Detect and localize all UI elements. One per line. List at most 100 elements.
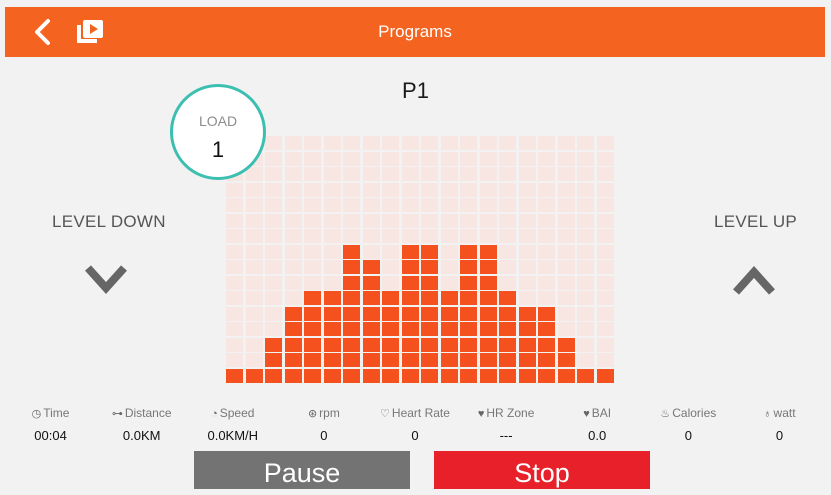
profile-cell	[265, 198, 282, 212]
profile-cell	[226, 229, 243, 243]
profile-cell-active	[596, 368, 614, 383]
profile-cell	[245, 244, 263, 259]
profile-cell-active	[226, 368, 243, 383]
profile-cell-active	[401, 275, 419, 290]
profile-cell	[596, 167, 614, 181]
pause-button[interactable]: Pause	[194, 451, 410, 489]
profile-cell	[304, 229, 321, 243]
profile-cell-active	[460, 337, 477, 352]
program-profile-grid	[226, 136, 616, 384]
profile-cell	[421, 136, 438, 150]
profile-cell	[304, 244, 321, 259]
profile-cell-active	[343, 275, 360, 290]
profile-cell-active	[304, 337, 321, 352]
profile-cell	[460, 167, 477, 181]
profile-cell-active	[479, 291, 497, 305]
profile-cell	[343, 213, 360, 228]
profile-cell	[518, 198, 536, 212]
profile-cell	[323, 229, 341, 243]
profile-cell	[304, 136, 321, 150]
stat-rpm: ⊛ rpm	[278, 404, 369, 422]
profile-cell	[440, 151, 458, 166]
profile-cell-active	[440, 291, 458, 305]
profile-cell	[265, 275, 282, 290]
profile-cell	[577, 229, 594, 243]
profile-cell	[577, 244, 594, 259]
profile-cell	[245, 213, 263, 228]
stop-button[interactable]: Stop	[434, 451, 650, 489]
profile-cell	[557, 275, 575, 290]
profile-cell	[323, 151, 341, 166]
profile-cell	[577, 353, 594, 367]
profile-cell	[557, 136, 575, 150]
profile-cell-active	[557, 353, 575, 367]
profile-cell-active	[479, 322, 497, 336]
profile-cell	[596, 322, 614, 336]
stat-hr-zone: ♥ HR Zone	[461, 404, 552, 422]
stat-watt: ♁ watt	[734, 404, 825, 422]
chevron-up-icon[interactable]	[730, 264, 778, 298]
profile-cell	[382, 167, 399, 181]
profile-cell	[596, 306, 614, 321]
profile-cell	[440, 136, 458, 150]
profile-cell	[577, 291, 594, 305]
profile-cell	[323, 198, 341, 212]
profile-cell-active	[343, 260, 360, 274]
profile-cell	[362, 151, 380, 166]
profile-cell	[226, 306, 243, 321]
profile-cell	[499, 213, 516, 228]
profile-cell-active	[382, 291, 399, 305]
profile-cell	[460, 136, 477, 150]
profile-cell-active	[382, 353, 399, 367]
profile-cell	[421, 167, 438, 181]
profile-cell-active	[557, 337, 575, 352]
stat-speed-value: 0.0KM/H	[207, 428, 259, 443]
stat-label: HR Zone	[486, 406, 535, 420]
stat-heart-rate: ♡ Heart Rate	[369, 404, 460, 422]
load-indicator: LOAD 1	[170, 84, 266, 180]
profile-cell	[596, 136, 614, 150]
profile-cell	[323, 167, 341, 181]
profile-cell-active	[401, 353, 419, 367]
profile-cell	[382, 229, 399, 243]
stat-calories-value: 0	[684, 428, 692, 443]
profile-cell	[421, 151, 438, 166]
profile-cell	[577, 213, 594, 228]
profile-cell-active	[362, 337, 380, 352]
stat-label: Calories	[672, 406, 717, 420]
profile-cell-active	[304, 306, 321, 321]
profile-cell-active	[401, 244, 419, 259]
profile-cell-active	[401, 368, 419, 383]
profile-cell-active	[304, 368, 321, 383]
profile-cell	[577, 260, 594, 274]
profile-cell	[245, 229, 263, 243]
stat-hr-zone-value: ---	[499, 428, 513, 443]
profile-cell	[596, 213, 614, 228]
chevron-down-icon[interactable]	[82, 262, 130, 296]
profile-cell-active	[440, 306, 458, 321]
profile-cell	[518, 151, 536, 166]
profile-cell	[479, 213, 497, 228]
profile-cell	[362, 213, 380, 228]
profile-cell	[596, 151, 614, 166]
profile-cell-active	[362, 275, 380, 290]
profile-cell	[557, 167, 575, 181]
profile-cell-active	[382, 368, 399, 383]
profile-cell	[421, 198, 438, 212]
profile-cell	[265, 260, 282, 274]
profile-cell-active	[362, 291, 380, 305]
profile-cell-active	[479, 275, 497, 290]
profile-cell	[343, 151, 360, 166]
profile-cell-active	[538, 322, 555, 336]
profile-cell-active	[518, 368, 536, 383]
profile-cell	[245, 291, 263, 305]
profile-cell	[265, 136, 282, 150]
profile-cell-active	[323, 368, 341, 383]
profile-cell-active	[460, 275, 477, 290]
profile-cell	[343, 198, 360, 212]
profile-cell	[226, 213, 243, 228]
profile-cell	[284, 244, 302, 259]
profile-cell	[538, 213, 555, 228]
program-name: P1	[402, 78, 429, 103]
profile-cell	[226, 322, 243, 336]
